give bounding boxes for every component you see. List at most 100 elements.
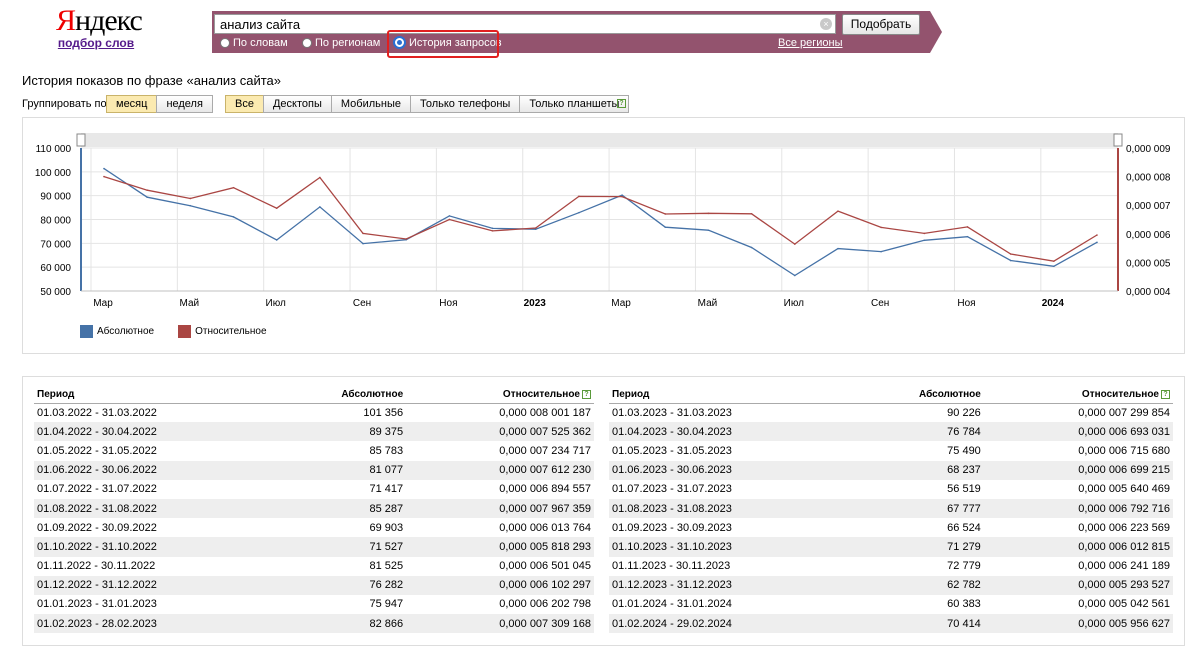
help-icon[interactable]: ? bbox=[1161, 389, 1170, 399]
cell-absolute: 81 525 bbox=[369, 560, 404, 573]
history-table-left: Период Абсолютное Относительное? 01.03.2… bbox=[34, 386, 594, 634]
col-relative[interactable]: Относительное? bbox=[406, 386, 594, 404]
cell-relative: 0,000 005 293 527 bbox=[983, 575, 1173, 595]
legend-swatch-relative bbox=[178, 325, 192, 338]
data-point bbox=[621, 195, 623, 198]
cell-absolute: 81 077 bbox=[275, 460, 407, 480]
data-point bbox=[103, 175, 105, 178]
y-right-tick-label: 0,000 007 bbox=[1126, 201, 1171, 212]
col-period[interactable]: Период bbox=[34, 386, 276, 404]
cell-absolute: 101 356 bbox=[363, 406, 404, 419]
y-left-tick-label: 50 000 bbox=[40, 287, 71, 298]
data-point bbox=[1096, 234, 1098, 236]
cell-absolute: 68 237 bbox=[852, 460, 984, 480]
y-left-tick-label: 80 000 bbox=[40, 216, 71, 227]
chart-legend: Абсолютное Относительное bbox=[80, 325, 267, 338]
cell-relative: 0,000 006 012 815 bbox=[983, 537, 1173, 557]
x-tick-label: Ноя bbox=[957, 298, 975, 309]
x-tick-label: Май bbox=[698, 298, 718, 309]
y-left-tick-label: 110 000 bbox=[36, 144, 72, 155]
data-point bbox=[750, 213, 753, 215]
cell-relative: 0,000 008 001 187 bbox=[499, 406, 591, 419]
data-point bbox=[923, 232, 926, 235]
table-row: 01.04.2022 - 30.04.2022 89 375 0,000 007 5… bbox=[34, 422, 594, 442]
x-tick-label: 2023 bbox=[524, 298, 547, 309]
data-point bbox=[578, 211, 580, 214]
x-tick-label: 2024 bbox=[1042, 298, 1065, 309]
table-row: 01.11.2023 - 30.11.2023 72 779 0,000 006 2… bbox=[609, 557, 1173, 576]
cell-relative: 0,000 007 309 168 bbox=[406, 614, 594, 634]
col-relative[interactable]: Относительное? bbox=[983, 386, 1173, 404]
cell-absolute: 71 279 bbox=[852, 537, 984, 557]
table-row: 01.07.2023 - 31.07.2023 56 519 0,000 005 6… bbox=[609, 480, 1173, 499]
data-point bbox=[275, 239, 278, 241]
cell-absolute: 76 282 bbox=[275, 575, 407, 595]
table-row: 01.01.2023 - 31.01.2023 75 947 0,000 006 2… bbox=[34, 595, 594, 614]
table-row: 01.06.2023 - 30.06.2023 68 237 0,000 006 6… bbox=[609, 460, 1173, 480]
cell-period: 01.06.2022 - 30.06.2022 bbox=[34, 460, 276, 480]
data-point bbox=[146, 189, 148, 191]
cell-relative: 0,000 006 894 557 bbox=[499, 483, 591, 496]
y-left-tick-label: 60 000 bbox=[40, 263, 71, 274]
y-left-tick-label: 70 000 bbox=[40, 239, 71, 250]
table-row: 01.10.2022 - 31.10.2022 71 527 0,000 005 8… bbox=[34, 537, 594, 557]
data-point bbox=[621, 194, 623, 196]
cell-relative: 0,000 005 818 293 bbox=[406, 537, 594, 557]
cell-relative: 0,000 005 042 561 bbox=[1078, 598, 1170, 611]
x-tick-label: Июл bbox=[266, 298, 286, 309]
cell-relative: 0,000 006 223 569 bbox=[1078, 521, 1170, 534]
cell-absolute: 75 947 bbox=[369, 598, 404, 611]
table-row: 01.10.2023 - 31.10.2023 71 279 0,000 006 0… bbox=[609, 537, 1173, 557]
cell-period: 01.10.2023 - 31.10.2023 bbox=[609, 537, 853, 557]
history-chart: 110 000 100 000 90 000 80 000 70 000 60 000 50… bbox=[35, 133, 1171, 309]
cell-absolute: 76 784 bbox=[852, 422, 984, 442]
y-right-tick-label: 0,000 004 bbox=[1126, 287, 1171, 298]
legend-relative[interactable]: Относительное bbox=[178, 325, 267, 338]
col-absolute[interactable]: Абсолютное bbox=[275, 386, 407, 404]
y-right-tick-label: 0,000 008 bbox=[1126, 173, 1171, 184]
table-row: 01.02.2023 - 28.02.2023 82 866 0,000 007 3… bbox=[34, 614, 594, 634]
cell-relative: 0,000 005 640 469 bbox=[1078, 483, 1170, 496]
cell-relative: 0,000 006 792 716 bbox=[983, 498, 1173, 519]
legend-swatch-absolute bbox=[80, 325, 93, 338]
table-row: 01.02.2024 - 29.02.2024 70 414 0,000 005 9… bbox=[609, 614, 1173, 634]
col-period[interactable]: Период bbox=[609, 386, 853, 404]
cell-relative: 0,000 006 715 680 bbox=[1078, 444, 1170, 457]
data-point bbox=[750, 246, 753, 249]
x-tick-label: Ноя bbox=[439, 298, 457, 309]
cell-period: 01.02.2024 - 29.02.2024 bbox=[609, 614, 853, 634]
range-handle-left bbox=[76, 133, 86, 147]
range-handle-right bbox=[1113, 133, 1123, 147]
x-tick-label: Июл bbox=[784, 298, 804, 309]
y-right-tick-label: 0,000 005 bbox=[1126, 258, 1171, 269]
data-point bbox=[923, 239, 926, 242]
cell-period: 01.07.2022 - 31.07.2022 bbox=[37, 483, 157, 496]
legend-absolute[interactable]: Абсолютное bbox=[80, 325, 154, 338]
table-row: 01.09.2022 - 30.09.2022 69 903 0,000 006 0… bbox=[34, 518, 594, 537]
table-row: 01.03.2023 - 31.03.2023 90 226 0,000 007 2… bbox=[609, 403, 1173, 422]
data-point bbox=[189, 197, 192, 200]
data-point bbox=[534, 227, 537, 229]
data-point bbox=[319, 206, 321, 208]
series-line-absolute bbox=[103, 168, 1098, 277]
data-point bbox=[491, 227, 494, 230]
data-point bbox=[189, 204, 192, 207]
data-point bbox=[707, 212, 710, 215]
cell-relative: 0,000 006 693 031 bbox=[983, 422, 1173, 442]
data-point bbox=[448, 215, 451, 217]
col-absolute[interactable]: Абсолютное bbox=[852, 386, 984, 404]
cell-absolute: 60 383 bbox=[947, 598, 981, 611]
cell-relative: 0,000 005 956 627 bbox=[983, 614, 1173, 634]
data-point bbox=[103, 167, 105, 170]
cell-absolute: 75 490 bbox=[947, 444, 981, 457]
cell-period: 01.12.2023 - 31.12.2023 bbox=[609, 575, 853, 595]
cell-period: 01.10.2022 - 31.10.2022 bbox=[34, 537, 276, 557]
cell-period: 01.08.2022 - 31.08.2022 bbox=[34, 498, 276, 519]
data-point bbox=[793, 274, 796, 277]
help-icon[interactable]: ? bbox=[582, 389, 591, 399]
data-point bbox=[448, 218, 451, 221]
y-right-tick-label: 0,000 006 bbox=[1126, 230, 1171, 241]
data-point bbox=[275, 207, 278, 210]
cell-relative: 0,000 006 202 798 bbox=[499, 598, 591, 611]
data-point bbox=[405, 238, 408, 240]
